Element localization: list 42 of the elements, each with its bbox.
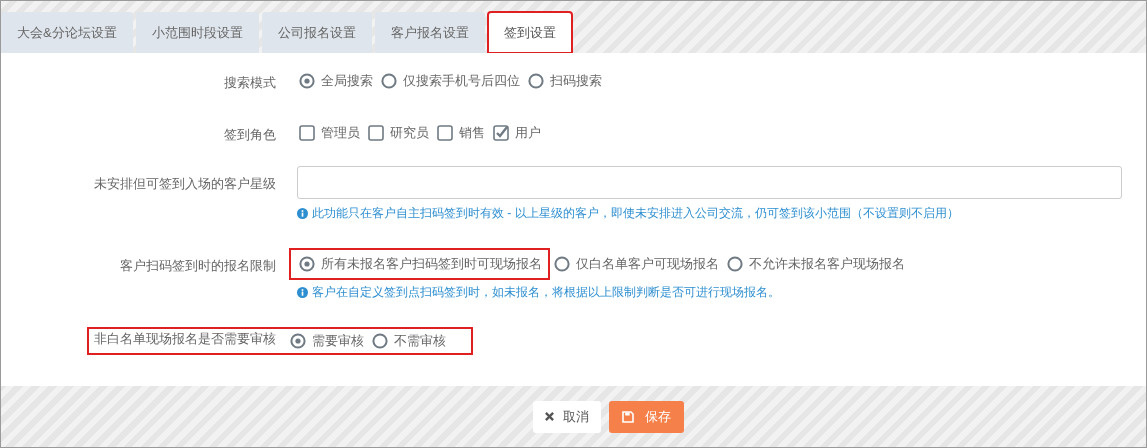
info-icon [297, 286, 308, 298]
radio-option[interactable]: 不需审核 [370, 327, 448, 355]
radio-option[interactable]: 仅白名单客户可现场报名 [552, 250, 721, 278]
info-icon [297, 207, 308, 219]
field-label: 未安排但可签到入场的客户星级 [94, 175, 276, 193]
radio-option[interactable]: 仅搜索手机号后四位 [379, 67, 522, 95]
radio-selected-icon[interactable] [299, 73, 315, 89]
tab[interactable]: 公司报名设置 [261, 12, 372, 53]
radio-icon[interactable] [528, 73, 544, 89]
help-text: 客户在自定义签到点扫码签到时，如未报名，将根据以上限制判断是否可进行现场报名。 [312, 284, 780, 301]
field-label: 签到角色 [224, 126, 276, 144]
save-icon [622, 410, 634, 423]
field-label: 非白名单现场报名是否需要审核 [94, 330, 276, 348]
checkbox-option[interactable]: 用户 [491, 119, 543, 147]
tab[interactable]: 大会&分论坛设置 [1, 12, 133, 53]
checkbox-icon[interactable] [437, 125, 453, 141]
checkbox-option[interactable]: 销售 [435, 119, 487, 147]
tab[interactable]: 签到设置 [487, 12, 572, 53]
field-label: 客户扫码签到时的报名限制 [120, 257, 276, 275]
tab[interactable]: 小范围时段设置 [135, 12, 259, 53]
radio-icon[interactable] [727, 256, 743, 272]
radio-icon[interactable] [381, 73, 397, 89]
checkbox-option[interactable]: 管理员 [297, 119, 362, 147]
radio-icon[interactable] [554, 256, 570, 272]
radio-option[interactable]: 扫码搜索 [526, 67, 604, 95]
checkbox-icon[interactable] [299, 125, 315, 141]
radio-option[interactable]: 需要审核 [288, 327, 366, 355]
field-label: 搜索模式 [224, 74, 276, 92]
cancel-button[interactable]: 取消 [533, 400, 601, 433]
radio-option[interactable]: 所有未报名客户扫码签到时可现场报名 [291, 250, 548, 278]
input-field[interactable] [297, 166, 1122, 199]
checkbox-icon[interactable] [368, 125, 384, 141]
radio-option[interactable]: 不允许未报名客户现场报名 [725, 250, 907, 278]
checkbox-option[interactable]: 研究员 [366, 119, 431, 147]
radio-selected-icon[interactable] [290, 333, 306, 349]
radio-option[interactable]: 全局搜索 [297, 67, 375, 95]
tab[interactable]: 客户报名设置 [374, 12, 485, 53]
checkbox-checked-icon[interactable] [493, 125, 509, 141]
radio-selected-icon[interactable] [299, 256, 315, 272]
close-icon [545, 412, 554, 421]
help-text: 此功能只在客户自主扫码签到时有效 - 以上星级的客户，即使未安排进入公司交流，仍可签到该小范围（不设置则不启用） [312, 205, 959, 222]
radio-icon[interactable] [372, 333, 388, 349]
